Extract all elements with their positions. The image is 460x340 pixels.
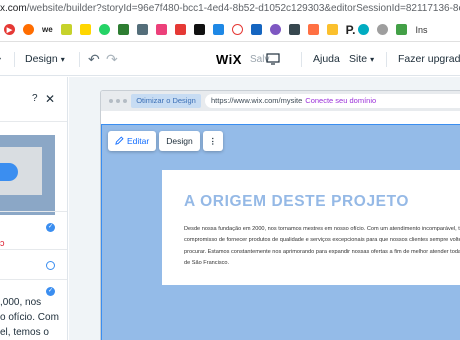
checkmark-icon[interactable]: ✓ xyxy=(46,287,55,296)
window-dot-icon xyxy=(123,99,127,103)
youtube-bookmark-icon[interactable]: ▶ xyxy=(4,24,15,35)
d-bookmark-icon[interactable] xyxy=(231,24,243,35)
editor-canvas: Otimizar o Design https://www.wix.com/my… xyxy=(69,77,460,340)
selected-section[interactable]: Editar Design ⋮ A ORIGEM DESTE PROJETO D… xyxy=(101,124,460,340)
paragraph-line: procurar. Estamos constantemente nos apr… xyxy=(184,248,460,255)
chevron-down-icon: ▾ xyxy=(0,43,1,76)
red-underline-glyph: ɔ xyxy=(0,238,5,248)
p-bookmark[interactable]: P. xyxy=(346,23,356,37)
preview-browser-chrome: Otimizar o Design https://www.wix.com/my… xyxy=(101,91,460,111)
screen: x.com/website/builder?storyId=96e7f480-b… xyxy=(0,0,460,340)
sheet-bookmark-icon[interactable] xyxy=(396,24,408,35)
red-bookmark-icon[interactable] xyxy=(174,24,186,35)
orange-bookmark-icon[interactable] xyxy=(23,24,34,35)
browser-url-bar[interactable]: x.com/website/builder?storyId=96e7f480-b… xyxy=(0,0,460,18)
design-button[interactable]: Design xyxy=(159,131,200,151)
paragraph-line: de São Francisco. xyxy=(184,260,230,267)
pink-bookmark-icon[interactable] xyxy=(155,24,167,35)
we-bookmark[interactable]: we xyxy=(42,25,53,34)
redo-icon[interactable]: ↷ xyxy=(106,43,118,76)
whatsapp-bookmark-icon[interactable] xyxy=(98,24,110,35)
lime-bookmark-icon[interactable] xyxy=(60,24,72,35)
paragraph-line: o ofício. Com xyxy=(0,312,59,323)
divider xyxy=(386,52,387,67)
preview-icon[interactable] xyxy=(266,43,280,76)
window-dot-icon xyxy=(109,99,113,103)
radio-icon[interactable] xyxy=(46,261,55,270)
site-preview-frame: Otimizar o Design https://www.wix.com/my… xyxy=(100,90,460,340)
help-menu[interactable]: Ajuda xyxy=(313,43,340,76)
editor-top-bar: ▾ Design▾ ↶ ↷ WiX Salv Ajuda Site▾ Fazer… xyxy=(0,43,460,76)
help-icon[interactable]: ? xyxy=(32,93,38,104)
dark-blue-bookmark-icon[interactable] xyxy=(250,24,262,35)
grey-bookmark-icon[interactable] xyxy=(136,24,148,35)
ins-bookmark[interactable]: Ins xyxy=(415,25,427,35)
url-path: /website/builder?storyId=96e7f480-bcc1-4… xyxy=(26,3,460,14)
chevron-down-icon: ▾ xyxy=(370,55,375,64)
optimize-design-button[interactable]: Otimizar o Design xyxy=(131,94,201,108)
black-bookmark-icon[interactable] xyxy=(193,24,205,35)
site-menu-label: Site xyxy=(349,53,368,65)
pencil-icon xyxy=(115,136,124,145)
grey-round-bookmark-icon[interactable] xyxy=(377,24,389,35)
edit-button[interactable]: Editar xyxy=(108,131,157,151)
thumbnail-button xyxy=(0,163,18,181)
divider xyxy=(14,52,15,67)
site-menu-partial[interactable]: ▾ xyxy=(0,43,1,76)
teal-bookmark-icon[interactable] xyxy=(358,24,370,35)
undo-icon[interactable]: ↶ xyxy=(88,43,100,76)
upgrade-button[interactable]: Fazer upgrade xyxy=(398,43,460,76)
purple-bookmark-icon[interactable] xyxy=(269,24,281,35)
paragraph-line: el, temos o xyxy=(0,327,49,338)
checkmark-icon[interactable]: ✓ xyxy=(46,223,55,232)
window-dot-icon xyxy=(116,99,120,103)
site-url: https://www.wix.com/mysite xyxy=(211,96,303,105)
coral-bookmark-icon[interactable] xyxy=(307,24,319,35)
wix-logo: WiX xyxy=(216,52,242,67)
green-bookmark-icon[interactable] xyxy=(117,24,129,35)
design-menu[interactable]: Design ▾ xyxy=(25,43,65,76)
chevron-down-icon: ▾ xyxy=(60,55,65,64)
gold-bookmark-icon[interactable] xyxy=(326,24,338,35)
design-menu-label: Design xyxy=(25,53,58,65)
blue-bookmark-icon[interactable] xyxy=(212,24,224,35)
more-options-button[interactable]: ⋮ xyxy=(202,131,223,151)
close-icon[interactable]: ✕ xyxy=(45,92,55,106)
edit-button-label: Editar xyxy=(127,136,150,146)
url-host: x.com xyxy=(0,3,27,14)
divider xyxy=(0,211,67,212)
panel-header: ? ✕ xyxy=(0,77,67,122)
paragraph-line: compromisso de fornecer produtos de qual… xyxy=(184,237,460,244)
site-menu[interactable]: Site ▾ xyxy=(349,43,374,76)
left-panel: ? ✕ ✓ ɔ ✓ ,000, nos o ofício. Com el, te… xyxy=(0,77,68,340)
design-thumbnail[interactable] xyxy=(0,135,55,215)
section-toolbar: Editar Design ⋮ xyxy=(108,131,223,151)
about-paragraph[interactable]: Desde nossa fundação em 2000, nos tornam… xyxy=(184,224,460,270)
about-title[interactable]: A ORIGEM DESTE PROJETO xyxy=(184,193,409,211)
paragraph-line: ,000, nos xyxy=(0,297,42,308)
bookmarks-bar: ▶ we P. Ins xyxy=(0,18,460,42)
divider xyxy=(79,52,80,67)
preview-address-bar: https://www.wix.com/mysite Conecte seu do… xyxy=(205,94,460,108)
paragraph-line: Desde nossa fundação em 2000, nos tornam… xyxy=(184,226,460,232)
divider xyxy=(301,52,302,67)
about-card[interactable]: A ORIGEM DESTE PROJETO Desde nossa funda… xyxy=(162,170,460,285)
connect-domain-link[interactable]: Conecte seu domínio xyxy=(305,96,376,105)
divider xyxy=(0,279,67,280)
yellow-bookmark-icon[interactable] xyxy=(79,24,91,35)
divider xyxy=(0,249,67,250)
slate-bookmark-icon[interactable] xyxy=(288,24,300,35)
